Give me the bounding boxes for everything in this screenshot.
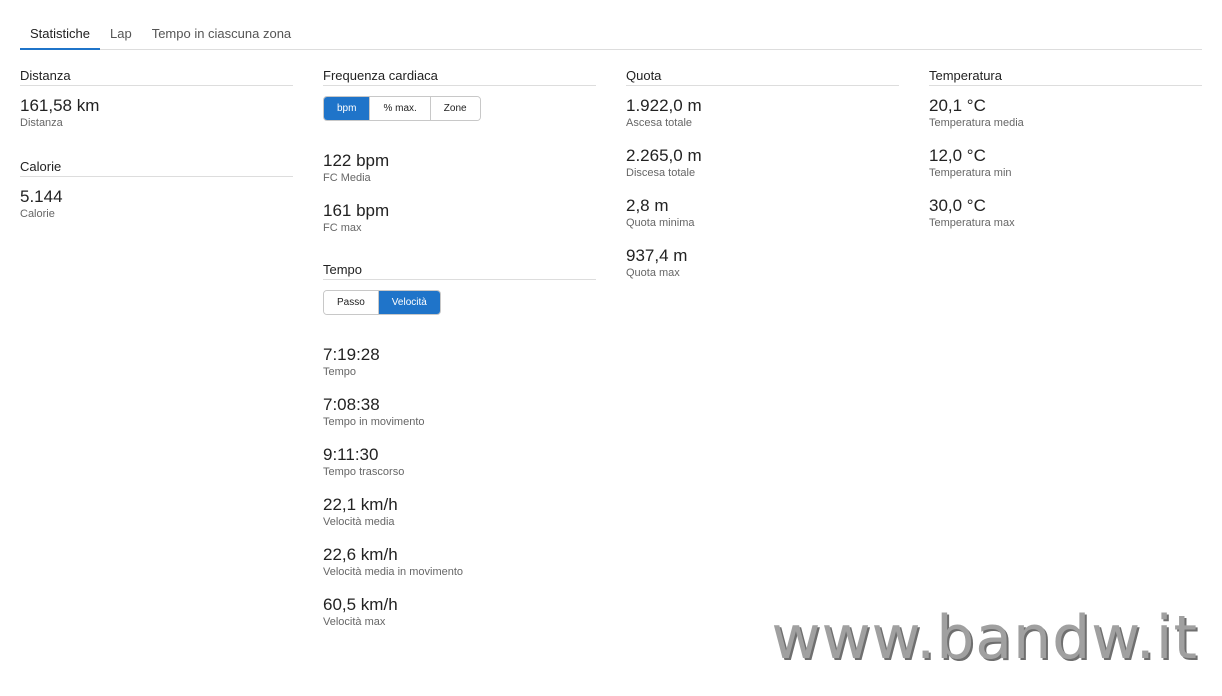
tab-lap[interactable]: Lap xyxy=(100,20,142,48)
stat-label: FC max xyxy=(323,222,362,234)
stat-label: Ascesa totale xyxy=(626,117,693,129)
stat-calorie: 5.144 Calorie xyxy=(20,177,293,227)
section-tempo: Tempo Passo Velocità 7:19:28 Tempo 7:08:… xyxy=(323,262,596,635)
stat-tempo-movimento: 7:08:38 Tempo in movimento xyxy=(323,385,596,435)
toggle-bpm-button[interactable]: bpm xyxy=(324,97,371,120)
stat-label: Velocità media xyxy=(323,516,395,528)
section-temperatura: Temperatura 20,1 °C Temperatura media 12… xyxy=(929,68,1202,236)
section-title-calorie: Calorie xyxy=(20,159,293,177)
stat-value: 2,8 m xyxy=(626,196,669,215)
stat-distanza: 161,58 km Distanza xyxy=(20,86,293,136)
stat-label: Quota minima xyxy=(626,217,695,229)
stat-label: Tempo xyxy=(323,366,357,378)
stat-velocita-media: 22,1 km/h Velocità media xyxy=(323,485,596,535)
section-title-distanza: Distanza xyxy=(20,68,293,86)
stat-quota-minima: 2,8 m Quota minima xyxy=(626,186,899,236)
stat-label: Calorie xyxy=(20,208,55,220)
stat-label: Discesa totale xyxy=(626,167,696,179)
stat-label: Temperatura min xyxy=(929,167,1012,179)
stat-fc-media: 122 bpm FC Media xyxy=(323,141,596,191)
stat-value: 5.144 xyxy=(20,187,63,206)
stat-value: 7:19:28 xyxy=(323,345,380,364)
toggle-zone-button[interactable]: Zone xyxy=(430,97,480,120)
stat-velocita-media-movimento: 22,6 km/h Velocità media in movimento xyxy=(323,535,596,585)
stat-temperatura-max: 30,0 °C Temperatura max xyxy=(929,186,1202,236)
stat-ascesa-totale: 1.922,0 m Ascesa totale xyxy=(626,86,899,136)
stat-velocita-max: 60,5 km/h Velocità max xyxy=(323,585,596,635)
stat-value: 7:08:38 xyxy=(323,395,380,414)
section-distanza: Distanza 161,58 km Distanza xyxy=(20,68,293,136)
stat-temperatura-min: 12,0 °C Temperatura min xyxy=(929,136,1202,186)
stat-label: Velocità media in movimento xyxy=(323,566,464,578)
speed-unit-toggle: Passo Velocità xyxy=(323,290,441,315)
stat-value: 12,0 °C xyxy=(929,146,986,165)
stat-value: 161 bpm xyxy=(323,201,390,220)
tab-bar: Statistiche Lap Tempo in ciascuna zona xyxy=(20,20,1202,50)
stat-label: Distanza xyxy=(20,117,63,129)
tab-statistiche[interactable]: Statistiche xyxy=(20,20,100,50)
stat-value: 122 bpm xyxy=(323,151,390,170)
stat-quota-max: 937,4 m Quota max xyxy=(626,236,899,286)
stat-label: Tempo trascorso xyxy=(323,466,405,478)
stat-discesa-totale: 2.265,0 m Discesa totale xyxy=(626,136,899,186)
stat-value: 22,6 km/h xyxy=(323,545,398,564)
stat-value: 161,58 km xyxy=(20,96,100,115)
section-quota: Quota 1.922,0 m Ascesa totale 2.265,0 m … xyxy=(626,68,899,286)
section-frequenza: Frequenza cardiaca bpm % max. Zone 122 b… xyxy=(323,68,596,241)
toggle-velocita-button[interactable]: Velocità xyxy=(378,291,440,314)
section-title-tempo: Tempo xyxy=(323,262,596,280)
section-calorie: Calorie 5.144 Calorie xyxy=(20,159,293,227)
section-title-temperatura: Temperatura xyxy=(929,68,1202,86)
stat-value: 20,1 °C xyxy=(929,96,986,115)
stat-value: 30,0 °C xyxy=(929,196,986,215)
toggle-percent-max-button[interactable]: % max. xyxy=(370,97,431,120)
column-temperatura: Temperatura 20,1 °C Temperatura media 12… xyxy=(929,68,1202,236)
hr-unit-toggle: bpm % max. Zone xyxy=(323,96,481,121)
stat-fc-max: 161 bpm FC max xyxy=(323,191,596,241)
column-quota: Quota 1.922,0 m Ascesa totale 2.265,0 m … xyxy=(626,68,899,286)
stat-label: Tempo in movimento xyxy=(323,416,425,428)
stat-value: 2.265,0 m xyxy=(626,146,702,165)
stat-value: 937,4 m xyxy=(626,246,688,265)
stat-label: Quota max xyxy=(626,267,680,279)
stat-value: 1.922,0 m xyxy=(626,96,702,115)
stat-label: Velocità max xyxy=(323,616,386,628)
stat-value: 60,5 km/h xyxy=(323,595,398,614)
stat-value: 22,1 km/h xyxy=(323,495,398,514)
section-title-frequenza: Frequenza cardiaca xyxy=(323,68,596,86)
stat-value: 9:11:30 xyxy=(323,445,379,464)
tab-tempo-zona[interactable]: Tempo in ciascuna zona xyxy=(142,20,301,48)
stat-label: Temperatura max xyxy=(929,217,1015,229)
stat-label: Temperatura media xyxy=(929,117,1024,129)
watermark: www.bandw.it xyxy=(771,603,1198,673)
toggle-passo-button[interactable]: Passo xyxy=(324,291,379,314)
column-frequenza-tempo: Frequenza cardiaca bpm % max. Zone 122 b… xyxy=(323,68,596,635)
section-title-quota: Quota xyxy=(626,68,899,86)
stat-temperatura-media: 20,1 °C Temperatura media xyxy=(929,86,1202,136)
stat-tempo-trascorso: 9:11:30 Tempo trascorso xyxy=(323,435,596,485)
column-distanza-calorie: Distanza 161,58 km Distanza Calorie 5.14… xyxy=(20,68,293,227)
stat-tempo: 7:19:28 Tempo xyxy=(323,335,596,385)
stat-label: FC Media xyxy=(323,172,371,184)
